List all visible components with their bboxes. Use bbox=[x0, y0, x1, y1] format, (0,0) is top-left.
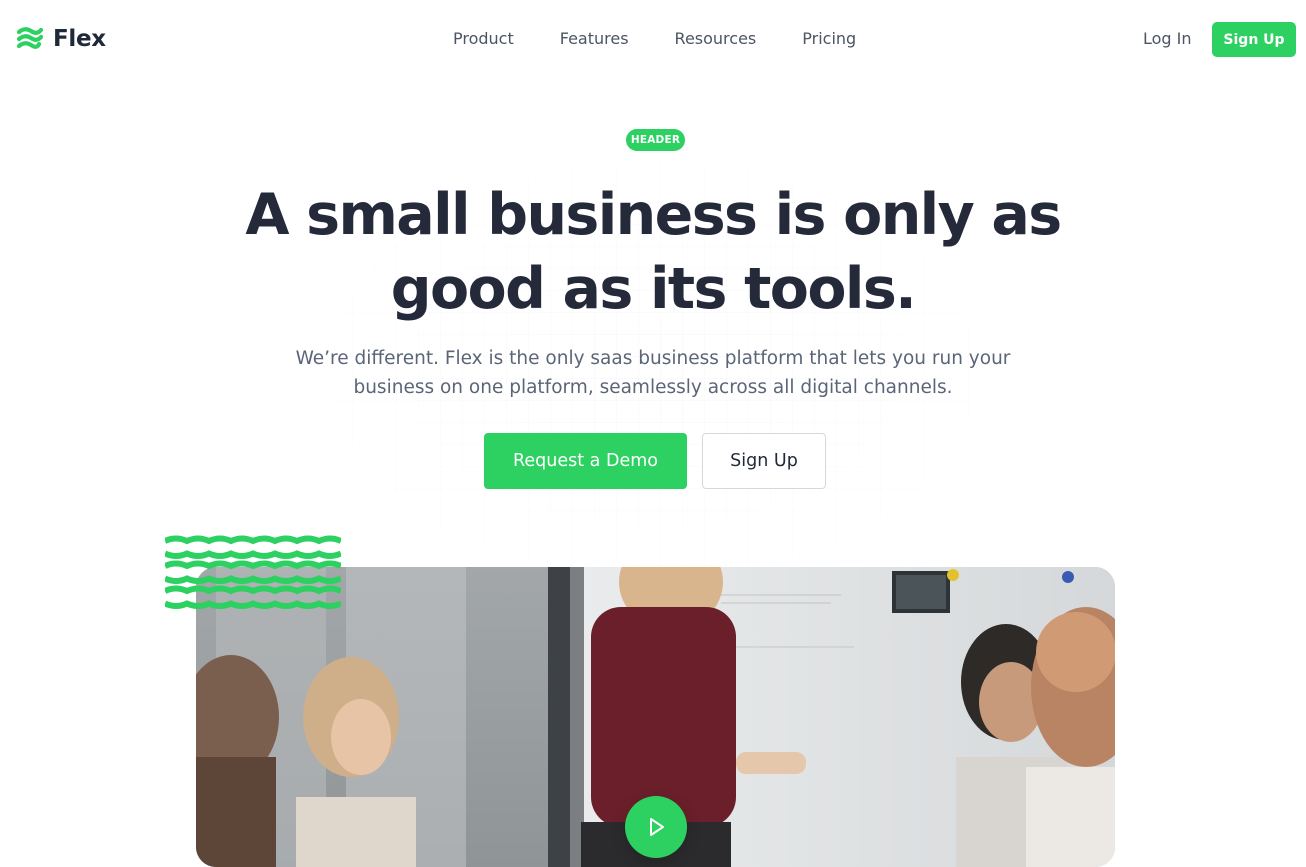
nav-link-features[interactable]: Features bbox=[560, 29, 629, 48]
green-wave-pattern-icon bbox=[165, 535, 341, 609]
hero-headline: A small business is only as good as its … bbox=[245, 182, 1062, 322]
play-icon bbox=[650, 818, 664, 836]
wave-stroke bbox=[165, 560, 341, 570]
flex-logo-icon bbox=[17, 27, 43, 49]
brand-logo[interactable]: Flex bbox=[17, 26, 106, 52]
section-badge: HEADER bbox=[626, 129, 685, 151]
main-menu: Product Features Resources Pricing bbox=[453, 29, 856, 48]
top-navigation: Flex Product Features Resources Pricing … bbox=[0, 0, 1306, 80]
wave-stroke bbox=[165, 600, 341, 609]
hero-subtext: We’re different. Flex is the only saas b… bbox=[295, 348, 1011, 398]
login-link[interactable]: Log In bbox=[1143, 29, 1192, 48]
signup-hero-button[interactable]: Sign Up bbox=[702, 433, 826, 489]
signup-nav-button[interactable]: Sign Up bbox=[1212, 22, 1296, 57]
request-demo-button[interactable]: Request a Demo bbox=[484, 433, 687, 489]
brand-name: Flex bbox=[53, 26, 106, 52]
nav-link-pricing[interactable]: Pricing bbox=[802, 29, 856, 48]
nav-link-product[interactable]: Product bbox=[453, 29, 514, 48]
wave-stroke bbox=[165, 535, 341, 545]
play-button[interactable] bbox=[625, 796, 687, 858]
wave-stroke bbox=[165, 575, 341, 584]
nav-link-resources[interactable]: Resources bbox=[675, 29, 757, 48]
wave-stroke bbox=[165, 585, 341, 595]
wave-stroke bbox=[165, 550, 341, 559]
